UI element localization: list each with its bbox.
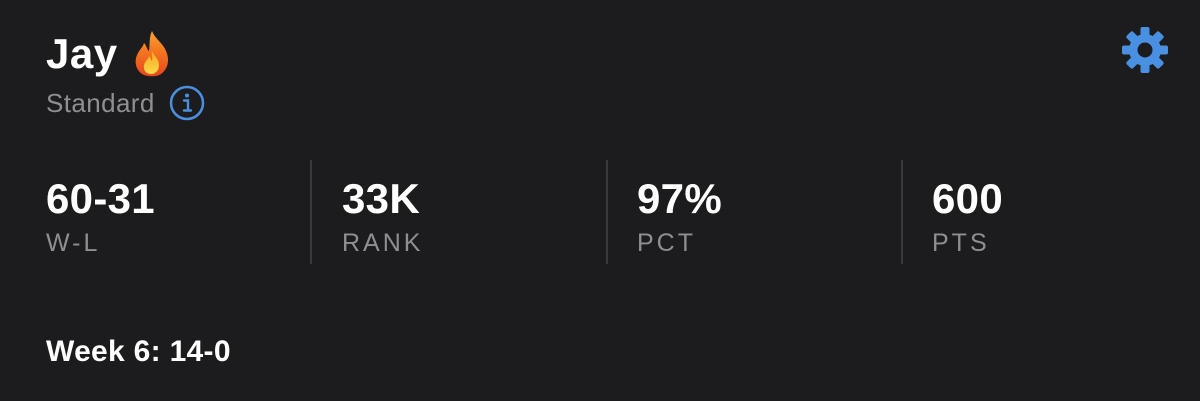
profile-name: Jay [46,30,118,77]
info-icon[interactable] [169,85,205,121]
stat-value: 97% [637,175,722,222]
gear-icon[interactable] [1120,25,1170,75]
stats-row: 60-31 W-L 33K RANK 97% PCT 600 PTS [0,160,1200,264]
league-line: Standard [46,85,205,121]
week-summary: Week 6: 14-0 [46,335,231,368]
stat-value: 600 [932,175,1003,222]
stat-value: 33K [342,175,420,222]
league-type: Standard [46,88,155,118]
stat-value: 60-31 [46,175,155,222]
profile-header: Jay [46,28,174,80]
stat-divider [310,160,312,264]
fire-icon [130,29,174,79]
stat-label: PCT [637,229,696,257]
profile-card: Jay Standard 60-31 W-L 33K RANK 97% PCT … [0,0,1200,401]
stat-label: PTS [932,229,990,257]
stat-divider [606,160,608,264]
stat-label: RANK [342,229,424,257]
stat-label: W-L [46,229,101,257]
stat-divider [901,160,903,264]
